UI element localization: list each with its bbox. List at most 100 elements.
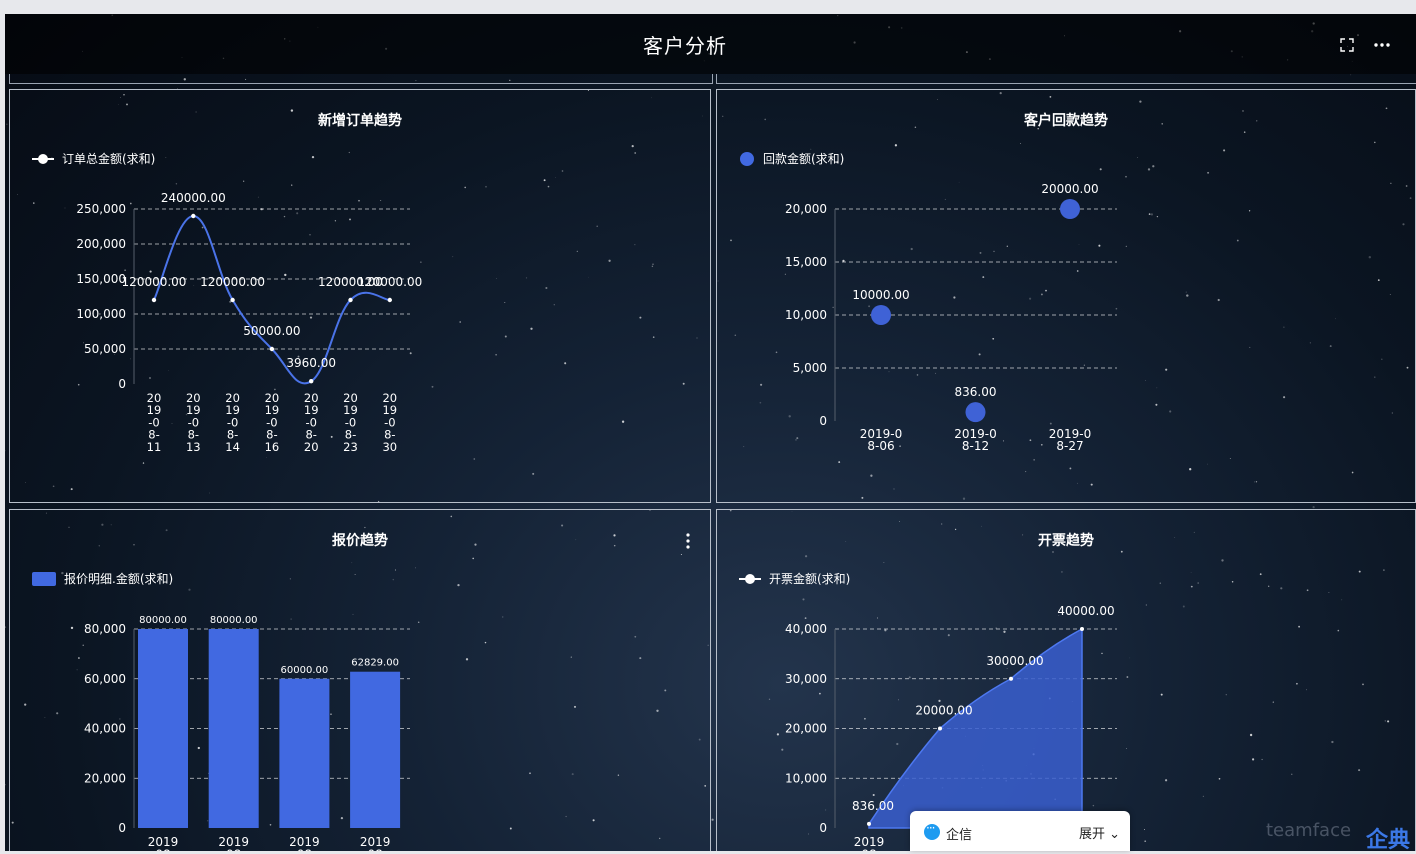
x-tick-label: 30 (382, 440, 397, 454)
bar (209, 629, 259, 828)
data-label: 10000.00 (852, 288, 909, 302)
x-tick-label: 16 (265, 440, 280, 454)
panel-quote-trend: 报价趋势 报价明细.金额(求和) 020,00040,00060,00080,0… (9, 509, 711, 851)
scatter-point (966, 402, 986, 422)
data-label: 50000.00 (243, 324, 300, 338)
scatter-point (1060, 199, 1080, 219)
data-label: 120000.00 (357, 275, 422, 289)
chat-bubble-icon (924, 824, 940, 840)
x-tick-label: -08- (857, 848, 881, 852)
scatter-point (871, 305, 891, 325)
data-label: 62829.00 (351, 658, 399, 669)
data-label: 120000.00 (122, 275, 187, 289)
invoice-trend-area-chart: 0 10,000 20,000 30,000 40,000 836.00 20000.00 3… (717, 510, 1415, 851)
chevron-down-icon: ⌄ (1109, 827, 1120, 842)
bar (279, 679, 329, 828)
x-tick-label: -08- (151, 848, 175, 852)
data-label: 120000.00 (200, 275, 265, 289)
payment-trend-scatter-chart: 0 5,000 10,000 15,000 20,000 10000.00 836.00 20… (717, 90, 1415, 502)
page-title: 客户分析 (5, 30, 1365, 59)
panel-strip-left (9, 74, 713, 84)
chat-label: 企信 (946, 824, 972, 843)
x-tick-label: 13 (186, 440, 201, 454)
y-tick-label: 10,000 (785, 308, 827, 322)
star (1313, 506, 1315, 508)
y-tick-label: 15,000 (785, 255, 827, 269)
data-label: 30000.00 (986, 654, 1043, 668)
bar (350, 672, 400, 828)
x-tick-label: 11 (147, 440, 162, 454)
y-tick-label: 20,000 (84, 771, 126, 785)
star (5, 626, 6, 627)
data-point (1080, 627, 1084, 631)
x-tick-label: -08- (292, 848, 316, 852)
y-tick-label: 50,000 (84, 342, 126, 356)
x-tick-label: 14 (225, 440, 240, 454)
dashboard-screen: 客户分析 新增订单趋势 订单总金额(求和) 050,000100,000150,… (5, 14, 1416, 851)
y-tick-label: 0 (819, 414, 827, 428)
data-point (230, 298, 234, 302)
panel-invoice-trend: 开票趋势 开票金额(求和) 010,00020,00030,00040,0008… (716, 509, 1416, 851)
y-tick-label: 40,000 (785, 622, 827, 636)
y-tick-label: 250,000 (76, 202, 126, 216)
data-point (1009, 677, 1013, 681)
dashboard-header: 客户分析 (5, 14, 1416, 74)
data-point (867, 822, 871, 826)
x-tick-label: 20 (304, 440, 319, 454)
y-tick-label: 100,000 (76, 307, 126, 321)
x-tick-label: 8-12 (962, 439, 989, 453)
data-label: 240000.00 (161, 191, 226, 205)
y-tick-label: 5,000 (793, 361, 827, 375)
data-label: 836.00 (852, 799, 894, 813)
data-point (309, 379, 313, 383)
x-tick-label: 8-06 (867, 439, 894, 453)
y-tick-label: 10,000 (785, 771, 827, 785)
x-tick-label: 8-27 (1056, 439, 1083, 453)
order-trend-line-chart: 0 50,000 100,000 150,000 200,000 250,000 12000… (10, 90, 710, 502)
data-label: 80000.00 (139, 615, 187, 626)
panel-payment-trend: 客户回款趋势 回款金额(求和) 05,00010,00015,00020,000… (716, 89, 1416, 503)
y-tick-label: 0 (819, 821, 827, 835)
chat-bar[interactable]: 企信 展开 ⌄ (910, 811, 1130, 851)
y-tick-label: 60,000 (84, 672, 126, 686)
data-point (152, 298, 156, 302)
y-tick-label: 200,000 (76, 237, 126, 251)
x-tick-label: 23 (343, 440, 358, 454)
y-tick-label: 20,000 (785, 722, 827, 736)
y-tick-label: 40,000 (84, 722, 126, 736)
y-tick-label: 150,000 (76, 272, 126, 286)
x-tick-label: -08- (363, 848, 387, 852)
y-tick-label: 0 (118, 377, 126, 391)
data-label: 40000.00 (1057, 604, 1114, 618)
star (5, 784, 6, 785)
data-label: 60000.00 (281, 665, 329, 676)
star (6, 124, 7, 125)
data-point (348, 298, 352, 302)
chat-expand-label: 展开 (1079, 827, 1105, 842)
bar (138, 629, 188, 828)
data-label: 3960.00 (286, 356, 336, 370)
star (712, 819, 714, 821)
chat-expand-button[interactable]: 展开 ⌄ (1079, 823, 1120, 842)
data-label: 80000.00 (210, 615, 258, 626)
panel-order-trend: 新增订单趋势 订单总金额(求和) 050,000100,000150,00020… (9, 89, 711, 503)
data-label: 20000.00 (1041, 182, 1098, 196)
data-point (191, 214, 195, 218)
watermark-logo-cn: 企典 (1366, 822, 1410, 854)
x-tick-label: -08- (222, 848, 246, 852)
series-line (154, 216, 390, 383)
fullscreen-icon[interactable] (1336, 34, 1358, 56)
y-tick-label: 30,000 (785, 672, 827, 686)
y-tick-label: 80,000 (84, 622, 126, 636)
data-point (388, 298, 392, 302)
y-tick-label: 20,000 (785, 202, 827, 216)
quote-trend-bar-chart: 0 20,000 40,000 60,000 80,000 80000.00 80000.0… (10, 510, 710, 851)
data-point (938, 727, 942, 731)
y-tick-label: 0 (118, 821, 126, 835)
data-label: 836.00 (955, 385, 997, 399)
data-point (270, 347, 274, 351)
data-label: 20000.00 (915, 704, 972, 718)
watermark-logo-text: teamface (1266, 820, 1351, 841)
more-horizontal-icon[interactable] (1371, 34, 1393, 56)
panel-strip-right (716, 74, 1416, 84)
